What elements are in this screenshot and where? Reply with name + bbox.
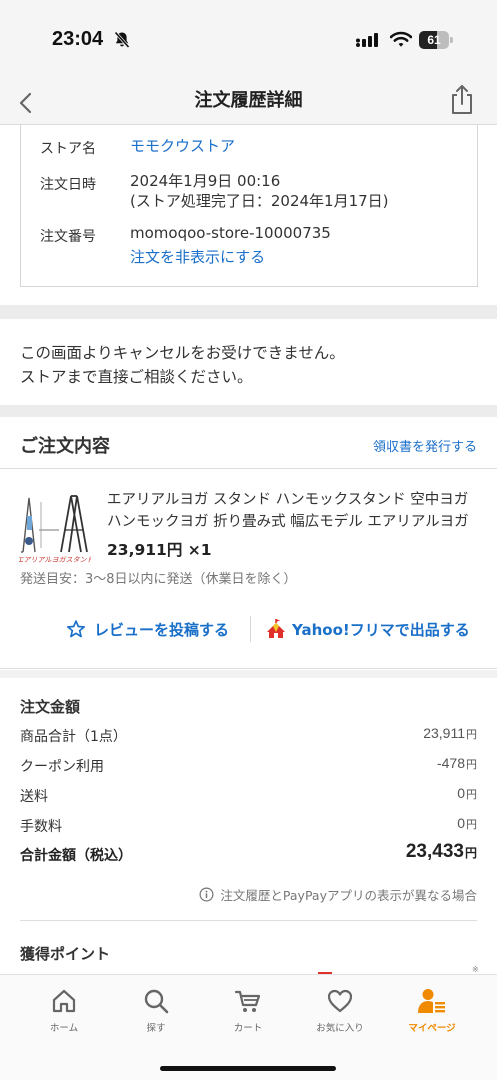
subtotal-label: 商品合計（1点） [20, 729, 127, 745]
share-icon [452, 85, 472, 114]
divider [0, 468, 497, 469]
hide-order-link[interactable]: 注文を非表示にする [130, 247, 265, 267]
section-separator [0, 670, 497, 678]
cancel-notice-line1: この画面よりキャンセルをお受けできません。 [20, 344, 345, 362]
divider [20, 920, 477, 921]
store-name-label: ストア名 [40, 141, 96, 157]
home-icon [52, 989, 76, 1013]
order-contents-title: ご注文内容 [20, 436, 110, 457]
list-on-flea-market-button[interactable]: Yahoo!フリマで出品する [266, 617, 470, 641]
post-review-label: レビューを投稿する [94, 620, 230, 639]
display-difference-note[interactable]: 注文履歴とPayPayアプリの表示が異なる場合 [199, 885, 477, 904]
earned-points-title: 獲得ポイント [20, 945, 111, 963]
wifi-icon [389, 31, 413, 52]
mypage-icon [418, 989, 446, 1013]
search-icon [144, 989, 169, 1014]
shipping-fee-label: 送料 [20, 789, 48, 805]
shipping-estimate: 発送目安：3〜8日以内に発送（休業日を除く） [20, 572, 297, 587]
handling-fee-label: 手数料 [20, 819, 62, 835]
section-separator [0, 305, 497, 319]
battery-icon: 61 [419, 31, 453, 49]
product-name-link[interactable]: エアリアルヨガ スタンド ハンモックスタンド 空中ヨガ ハンモックヨガ 折り畳み… [107, 489, 479, 533]
tab-cart-label: カート [233, 1023, 263, 1034]
info-icon [199, 887, 214, 902]
tab-home[interactable]: ホーム [24, 987, 104, 1034]
share-button[interactable] [449, 83, 475, 119]
tab-search[interactable]: 探す [116, 987, 196, 1034]
home-indicator[interactable] [160, 1066, 336, 1071]
total-label: 合計金額（税込） [20, 848, 132, 864]
flea-market-label: Yahoo!フリマで出品する [292, 620, 470, 639]
product-thumbnail[interactable]: エアリアルヨガスタンド [17, 492, 94, 564]
tab-cart[interactable]: カート [208, 987, 288, 1034]
tab-mypage-label: マイページ [408, 1023, 456, 1034]
coupon-value: -478円 [436, 755, 477, 771]
page-title: 注文履歴詳細 [194, 90, 303, 111]
cart-icon [234, 990, 261, 1012]
thumb-caption: エアリアルヨガスタンド [19, 556, 91, 564]
order-info-card: ストア名 モモクウストア 注文日時 2024年1月9日 00:16 (ストア処理… [20, 125, 478, 287]
post-review-button[interactable]: レビューを投稿する [66, 617, 229, 641]
star-icon [67, 620, 85, 638]
order-date-label: 注文日時 [40, 177, 96, 193]
divider [0, 668, 497, 669]
order-number-label: 注文番号 [40, 229, 96, 245]
processing-complete-date: (ストア処理完了日：2024年1月17日) [130, 192, 389, 210]
section-separator [0, 405, 497, 417]
tab-bar: ホーム 探す カート お気に入り マイページ [0, 974, 497, 1080]
cancel-notice-line2: ストアまで直接ご相談ください。 [20, 368, 253, 386]
battery-level: 61 [427, 33, 441, 47]
action-separator [250, 616, 251, 642]
store-name-link[interactable]: モモクウストア [130, 136, 235, 156]
order-number: momoqoo-store-10000735 [130, 224, 331, 242]
coupon-label: クーポン利用 [20, 759, 104, 775]
tab-favorites[interactable]: お気に入り [300, 987, 380, 1034]
status-bar: 23:04 61 [0, 0, 497, 80]
tab-home-label: ホーム [49, 1023, 79, 1034]
handling-fee-value: 0円 [457, 815, 477, 831]
tab-search-label: 探す [146, 1023, 166, 1034]
product-price-qty: 23,911円 ×1 [107, 538, 212, 560]
bell-muted-icon [114, 31, 130, 53]
order-amount-title: 注文金額 [20, 698, 81, 716]
product-price: 23,911円 [107, 541, 183, 559]
tent-icon [267, 619, 285, 638]
signal-icon [355, 32, 381, 51]
shipping-fee-value: 0円 [457, 785, 477, 801]
product-quantity: ×1 [187, 541, 212, 559]
status-time: 23:04 [52, 28, 104, 50]
yoga-stand-image: エアリアルヨガスタンド [17, 492, 94, 564]
subtotal-value: 23,911円 [423, 725, 477, 741]
footnote-mark: ※ [472, 965, 479, 974]
tab-favorites-label: お気に入り [316, 1023, 364, 1034]
heart-icon [327, 989, 353, 1013]
nav-bar: 注文履歴詳細 [0, 80, 497, 125]
total-value: 23,433円 [405, 841, 477, 862]
tab-mypage[interactable]: マイページ [392, 987, 472, 1034]
cancel-notice: この画面よりキャンセルをお受けできません。 ストアまで直接ご相談ください。 [20, 341, 345, 389]
display-difference-text: 注文履歴とPayPayアプリの表示が異なる場合 [220, 888, 477, 903]
order-date: 2024年1月9日 00:16 [130, 172, 281, 190]
issue-receipt-link[interactable]: 領収書を発行する [373, 436, 477, 455]
